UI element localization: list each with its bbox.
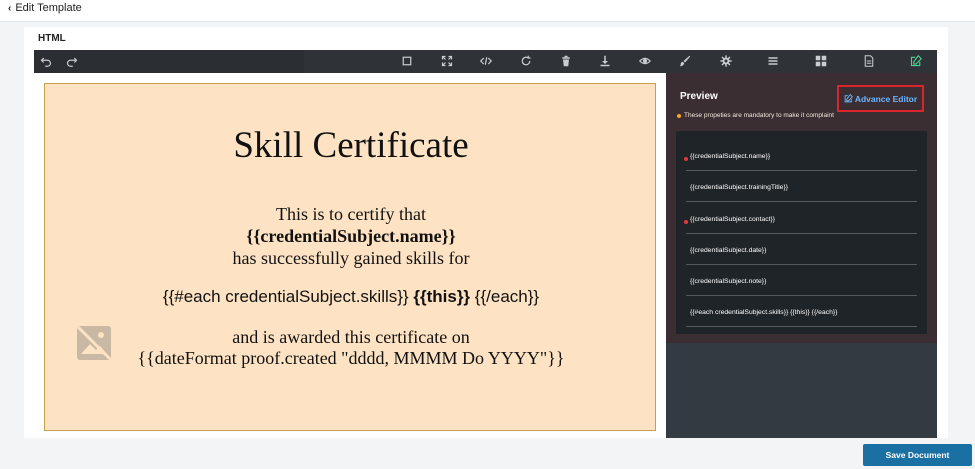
undo-icon[interactable] [38, 53, 54, 69]
field-divider [686, 201, 917, 202]
certificate-skills-intro: has successfully gained skills for [232, 248, 470, 268]
preview-field[interactable]: {{credentialSubject.name}} [684, 153, 917, 171]
certificate-skills-loop: {{#each credentialSubject.skills}} {{thi… [45, 287, 657, 307]
field-divider [686, 170, 917, 171]
advance-editor-label: Advance Editor [854, 93, 918, 104]
required-dot-icon [684, 157, 688, 161]
square-icon[interactable] [399, 53, 415, 69]
eye-icon[interactable] [637, 53, 653, 69]
certificate-date-line: {{dateFormat proof.created "dddd, MMMM D… [137, 348, 565, 368]
preview-field-list: {{credentialSubject.name}} {{credentialS… [676, 131, 927, 334]
menu-icon[interactable] [765, 53, 781, 69]
download-icon[interactable] [597, 53, 613, 69]
preview-field-text: {{credentialSubject.contact}} [690, 216, 776, 223]
mandatory-note-text: These propeties are mandatory to make it… [684, 112, 834, 119]
preview-field[interactable]: {{#each credentialSubject.skills}} {{thi… [686, 309, 917, 327]
chevron-left-icon: ‹ [8, 2, 12, 14]
back-link-label: Edit Template [15, 2, 82, 14]
preview-field[interactable]: {{credentialSubject.contact}} [684, 216, 917, 234]
blocks-icon[interactable] [813, 53, 829, 69]
mandatory-note: These propeties are mandatory to make it… [677, 112, 834, 119]
top-bar: ‹ Edit Template [0, 0, 975, 22]
preview-title: Preview [680, 91, 718, 102]
field-divider [686, 326, 917, 327]
gear-icon[interactable] [718, 53, 734, 69]
field-divider [686, 295, 917, 296]
field-divider [686, 233, 917, 234]
preview-panel-footer [666, 343, 937, 438]
certificate-name-placeholder: {{credentialSubject.name}} [246, 226, 456, 246]
preview-field-text: {{credentialSubject.trainingTitle}} [690, 184, 788, 191]
preview-field-text: {{credentialSubject.note}} [690, 278, 767, 285]
brush-icon[interactable] [677, 53, 693, 69]
edit-icon [844, 90, 853, 108]
skills-each-open: {{#each credentialSubject.skills}} [162, 287, 409, 306]
save-document-button[interactable]: Save Document [863, 444, 972, 466]
field-divider [686, 264, 917, 265]
preview-field[interactable]: {{credentialSubject.date}} [686, 247, 917, 265]
preview-field[interactable]: {{credentialSubject.note}} [686, 278, 917, 296]
preview-field[interactable]: {{credentialSubject.trainingTitle}} [686, 184, 917, 202]
certificate-intro: This is to certify that [276, 204, 426, 224]
page-icon[interactable] [861, 53, 877, 69]
certificate[interactable]: Skill Certificate This is to certify tha… [44, 83, 656, 431]
advance-editor-button[interactable]: Advance Editor [837, 85, 924, 112]
back-link[interactable]: ‹ Edit Template [8, 2, 82, 14]
skills-this: {{this}} [413, 287, 471, 306]
redo-icon[interactable] [64, 53, 80, 69]
preview-field-text: {{credentialSubject.date}} [690, 247, 767, 254]
note-dot-icon [677, 113, 681, 118]
edit-icon[interactable] [908, 53, 924, 69]
skills-each-close: {{/each}} [474, 287, 540, 306]
preview-field-text: {{credentialSubject.name}} [690, 153, 771, 160]
reload-icon[interactable] [518, 53, 534, 69]
fullscreen-icon[interactable] [439, 53, 455, 69]
editor-toolbar [34, 50, 937, 73]
code-icon[interactable] [478, 53, 494, 69]
broken-image-icon [75, 324, 113, 362]
preview-field-text: {{#each credentialSubject.skills}} {{thi… [690, 309, 838, 316]
trash-icon[interactable] [558, 53, 574, 69]
certificate-title: Skill Certificate [233, 125, 469, 166]
certificate-awarded-line: and is awarded this certificate on [232, 327, 470, 347]
editor-type-label: HTML [38, 33, 66, 44]
required-dot-icon [684, 220, 688, 224]
